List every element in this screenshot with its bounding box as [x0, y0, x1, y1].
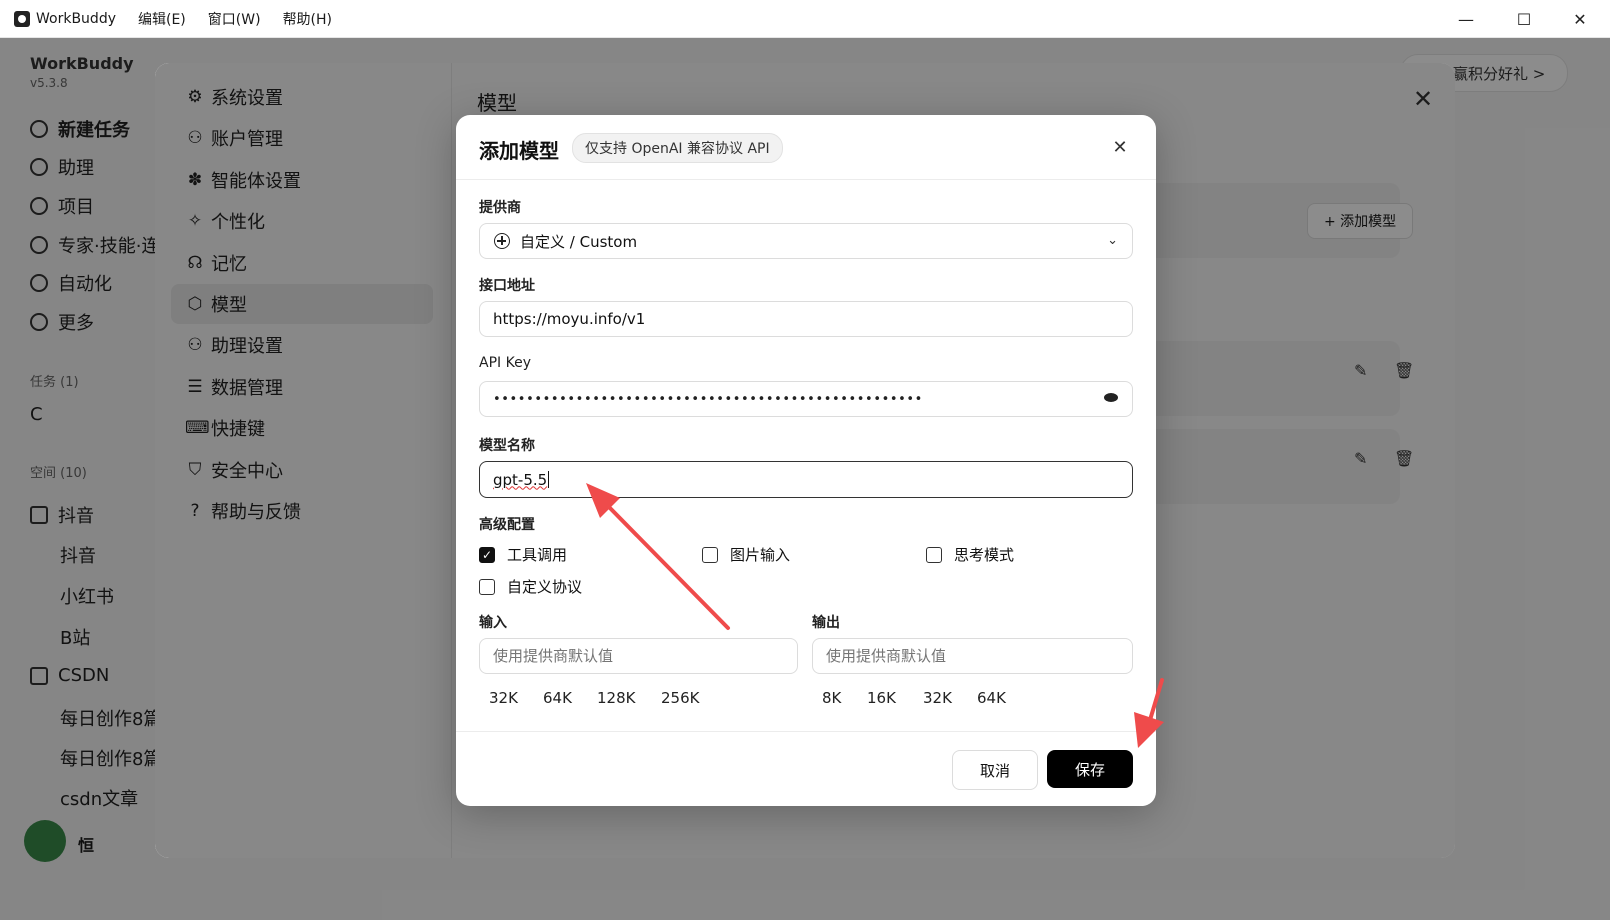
endpoint-label: 接口地址: [479, 278, 535, 294]
dialog-title: 添加模型: [479, 139, 559, 163]
output-chip-16k[interactable]: 16K: [867, 689, 896, 707]
text-caret: [548, 471, 550, 488]
cancel-button[interactable]: 取消: [952, 750, 1038, 790]
menu-window[interactable]: 窗口(W): [208, 9, 261, 29]
menu-help[interactable]: 帮助(H): [283, 9, 332, 29]
checkbox-icon: [926, 546, 942, 563]
add-model-dialog: 添加模型 仅支持 OpenAI 兼容协议 API ✕ 提供商 自定义 / Cus…: [456, 115, 1156, 806]
endpoint-value: https://moyu.info/v1: [493, 310, 646, 328]
plus-circle-icon: [494, 233, 510, 249]
input-chip-64k[interactable]: 64K: [543, 689, 572, 707]
input-context-label: 输入: [479, 615, 507, 631]
app-name: WorkBuddy: [36, 10, 116, 27]
output-context-field[interactable]: [812, 638, 1133, 674]
close-icon[interactable]: ✕: [1106, 133, 1134, 161]
chevron-down-icon: ⌄: [1107, 233, 1118, 248]
input-context-field[interactable]: [479, 638, 798, 674]
input-chip-32k[interactable]: 32K: [489, 689, 518, 707]
model-name-input[interactable]: gpt-5.5: [479, 461, 1133, 498]
endpoint-input[interactable]: https://moyu.info/v1: [479, 301, 1133, 337]
footer-divider: [456, 731, 1156, 732]
apikey-input[interactable]: ••••••••••••••••••••••••••••••••••••••••…: [479, 381, 1133, 417]
close-window-button[interactable]: ✕: [1552, 0, 1608, 38]
compat-badge: 仅支持 OpenAI 兼容协议 API: [572, 133, 783, 163]
checkbox-label: 自定义协议: [507, 578, 583, 596]
maximize-button[interactable]: ☐: [1496, 0, 1552, 38]
menu-edit[interactable]: 编辑(E): [138, 9, 186, 29]
checkbox-label: 思考模式: [954, 546, 1015, 564]
tool-call-checkbox[interactable]: ✓ 工具调用: [479, 544, 567, 565]
save-button[interactable]: 保存: [1047, 750, 1133, 788]
apikey-value: ••••••••••••••••••••••••••••••••••••••••…: [493, 391, 923, 407]
checkbox-label: 图片输入: [730, 546, 791, 564]
apikey-label: API Key: [479, 355, 531, 371]
minimize-button[interactable]: —: [1438, 0, 1494, 38]
input-chip-256k[interactable]: 256K: [661, 689, 699, 707]
model-name-label: 模型名称: [479, 438, 535, 454]
output-chip-8k[interactable]: 8K: [822, 689, 841, 707]
advanced-label: 高级配置: [479, 517, 535, 533]
checkbox-icon: [702, 546, 718, 563]
checkbox-label: 工具调用: [507, 546, 568, 564]
output-chip-64k[interactable]: 64K: [977, 689, 1006, 707]
output-chip-32k[interactable]: 32K: [923, 689, 952, 707]
model-name-value: gpt-5.5: [493, 470, 548, 489]
checkbox-checked-icon: ✓: [479, 546, 495, 563]
image-input-checkbox[interactable]: 图片输入: [702, 544, 790, 565]
eye-icon[interactable]: [1104, 393, 1118, 402]
custom-protocol-checkbox[interactable]: 自定义协议: [479, 576, 582, 597]
provider-value: 自定义 / Custom: [520, 232, 638, 251]
checkbox-icon: [479, 578, 495, 595]
provider-label: 提供商: [479, 200, 521, 216]
input-chip-128k[interactable]: 128K: [597, 689, 635, 707]
thinking-mode-checkbox[interactable]: 思考模式: [926, 544, 1014, 565]
provider-select[interactable]: 自定义 / Custom ⌄: [479, 223, 1133, 259]
workbuddy-logo-icon: [14, 10, 30, 27]
window-titlebar: WorkBuddy 编辑(E) 窗口(W) 帮助(H) — ☐ ✕: [0, 0, 1610, 38]
dialog-header: 添加模型 仅支持 OpenAI 兼容协议 API ✕: [456, 115, 1156, 180]
output-context-label: 输出: [812, 615, 840, 631]
